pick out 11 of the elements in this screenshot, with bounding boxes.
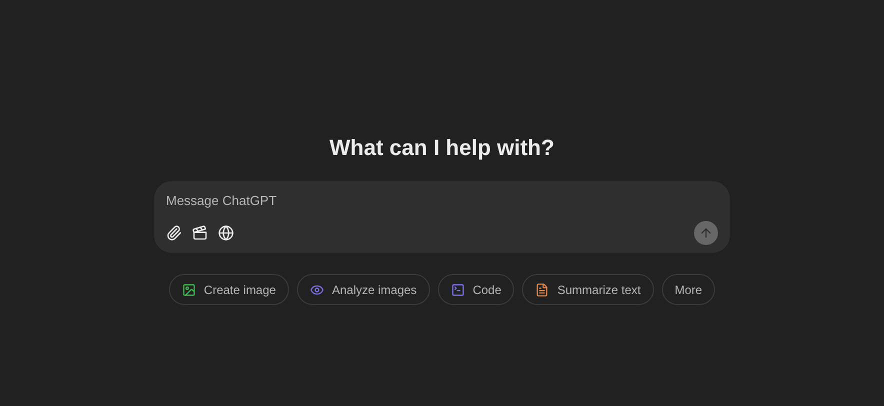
message-field[interactable]: Message ChatGPT bbox=[166, 191, 718, 210]
suggestion-chip[interactable]: Summarize text bbox=[522, 274, 654, 305]
suggestion-chip[interactable]: Analyze images bbox=[296, 274, 430, 305]
suggestion-chip[interactable]: Create image bbox=[168, 274, 289, 305]
globe-icon[interactable] bbox=[218, 225, 234, 241]
suggestion-chip[interactable]: Code bbox=[438, 274, 514, 305]
suggestion-chip[interactable]: More bbox=[662, 274, 716, 305]
heading: What can I help with? bbox=[330, 134, 554, 162]
message-composer[interactable]: Message ChatGPT bbox=[154, 181, 730, 253]
clapperboard-icon[interactable] bbox=[192, 225, 208, 241]
paperclip-icon[interactable] bbox=[166, 225, 182, 241]
